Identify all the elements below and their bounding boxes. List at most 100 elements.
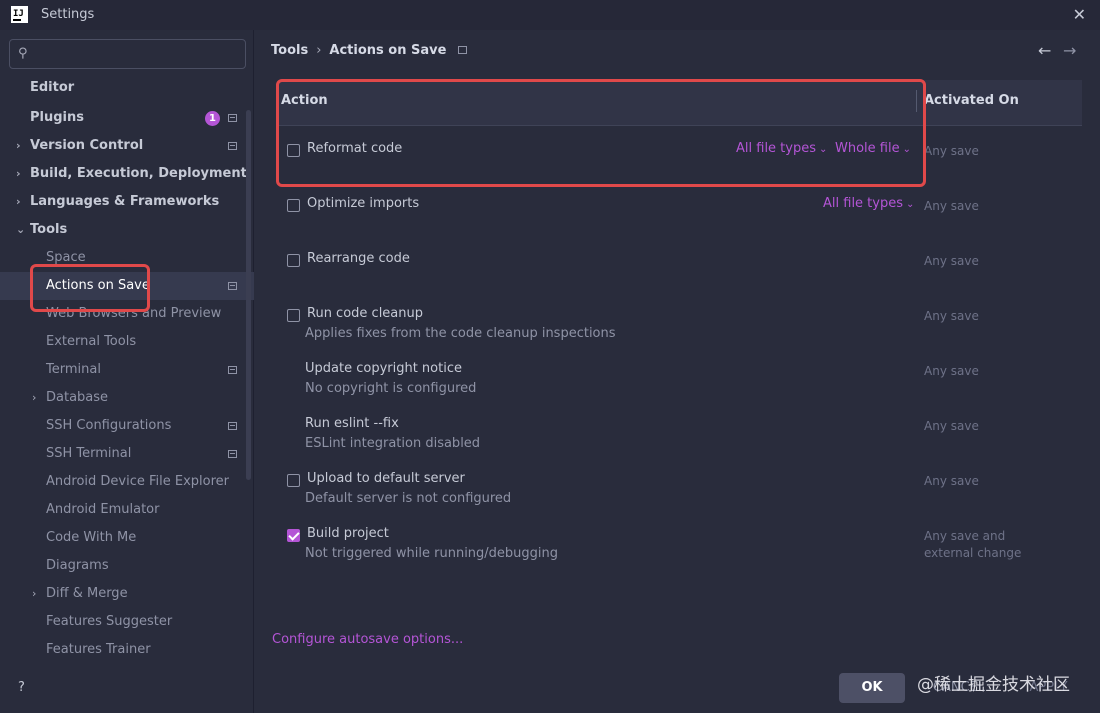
project-scope-icon (228, 114, 237, 122)
sidebar-item-label: Features Trainer (46, 642, 151, 657)
project-scope-icon (228, 422, 237, 430)
title-bar: IJ Settings ✕ (0, 0, 1100, 30)
activated-on-link[interactable]: Any save (924, 363, 979, 380)
file-types-dropdown[interactable]: All file types ⌄ (823, 196, 914, 211)
chevron-right-icon[interactable]: › (32, 580, 36, 608)
project-scope-icon (228, 450, 237, 458)
sidebar-item-features-trainer[interactable]: Features Trainer (0, 636, 254, 664)
table-row-update-copyright: Update copyright notice No copyright is … (279, 356, 1082, 411)
project-scope-icon (458, 46, 468, 54)
table-row-run-eslint: Run eslint --fix ESLint integration disa… (279, 411, 1082, 466)
sidebar-item-database[interactable]: › Database (0, 384, 254, 412)
ok-button[interactable]: OK (839, 673, 905, 703)
sidebar-item-languages-frameworks[interactable]: › Languages & Frameworks (0, 188, 254, 216)
sidebar-item-code-with-me[interactable]: Code With Me (0, 524, 254, 552)
table-row-upload-default-server: Upload to default server Default server … (279, 466, 1082, 521)
activated-on-link[interactable]: Any save and external change (924, 528, 1021, 562)
sidebar-item-android-emulator[interactable]: Android Emulator (0, 496, 254, 524)
sidebar-item-terminal[interactable]: Terminal (0, 356, 254, 384)
chevron-down-icon[interactable]: ⌄ (16, 216, 25, 244)
breadcrumb: Tools › Actions on Save (271, 43, 468, 58)
row-description: Not triggered while running/debugging (305, 546, 559, 561)
sidebar-item-plugins[interactable]: Plugins 1 (0, 104, 254, 132)
sidebar-item-build-execution-deployment[interactable]: › Build, Execution, Deployment (0, 160, 254, 188)
row-description[interactable]: Default server is not configured (305, 491, 511, 506)
forward-arrow-icon[interactable]: → (1063, 41, 1076, 60)
row-description: Applies fixes from the code cleanup insp… (305, 326, 616, 341)
window-title: Settings (41, 7, 95, 22)
close-icon[interactable]: ✕ (1073, 5, 1086, 24)
build-project-checkbox[interactable] (287, 529, 300, 542)
sidebar-item-diagrams[interactable]: Diagrams (0, 552, 254, 580)
activated-on-link[interactable]: Any save (924, 473, 979, 490)
activated-on-link[interactable]: Any save (924, 418, 979, 435)
sidebar-item-android-device-file-explorer[interactable]: Android Device File Explorer (0, 468, 254, 496)
sidebar-item-version-control[interactable]: › Version Control (0, 132, 254, 160)
sidebar-scrollbar[interactable] (246, 110, 251, 480)
breadcrumb-separator: › (316, 43, 322, 58)
sidebar-item-label: SSH Configurations (46, 418, 172, 433)
activated-on-link[interactable]: Any save (924, 308, 979, 325)
search-box[interactable]: ⚲ (9, 39, 246, 69)
row-label: Optimize imports (307, 196, 420, 211)
sidebar-item-ssh-configurations[interactable]: SSH Configurations (0, 412, 254, 440)
sidebar-item-label: External Tools (46, 334, 137, 349)
row-description[interactable]: ESLint integration disabled (305, 436, 480, 451)
back-arrow-icon[interactable]: ← (1038, 41, 1051, 60)
search-input[interactable] (40, 44, 240, 64)
help-icon[interactable]: ? (18, 680, 32, 695)
chevron-right-icon[interactable]: › (16, 160, 21, 188)
activated-on-link[interactable]: Any save (924, 143, 979, 160)
sidebar-item-label: SSH Terminal (46, 446, 132, 461)
row-label: Run code cleanup (307, 306, 423, 321)
table-highlight-box (276, 79, 926, 187)
sidebar-item-diff-merge[interactable]: › Diff & Merge (0, 580, 254, 608)
sidebar-item-label: Android Emulator (46, 502, 160, 517)
activated-on-link[interactable]: Any save (924, 253, 979, 270)
sidebar-item-label: Features Suggester (46, 614, 173, 629)
optimize-imports-checkbox[interactable] (287, 199, 300, 212)
activated-on-line1: Any save and (924, 529, 1006, 543)
chevron-down-icon: ⌄ (906, 199, 915, 210)
breadcrumb-current: Actions on Save (329, 43, 447, 58)
sidebar-item-label: Languages & Frameworks (30, 194, 220, 209)
breadcrumb-root[interactable]: Tools (271, 43, 308, 58)
row-description[interactable]: No copyright is configured (305, 381, 476, 396)
sidebar-item-label: Diagrams (46, 558, 109, 573)
chevron-right-icon[interactable]: › (32, 384, 36, 412)
settings-main-panel: Tools › Actions on Save ← → Action Activat… (255, 30, 1100, 713)
search-icon: ⚲ (18, 46, 28, 61)
chevron-right-icon[interactable]: › (16, 188, 21, 216)
chevron-right-icon[interactable]: › (16, 132, 21, 160)
rearrange-code-checkbox[interactable] (287, 254, 300, 267)
row-label: Run eslint --fix (305, 416, 399, 431)
sidebar-item-label: Editor (30, 80, 75, 95)
sidebar-item-label: Version Control (30, 138, 144, 153)
project-scope-icon (228, 142, 237, 150)
row-label: Build project (307, 526, 389, 541)
sidebar-item-external-tools[interactable]: External Tools (0, 328, 254, 356)
update-count-badge: 1 (205, 111, 220, 126)
sidebar-item-features-suggester[interactable]: Features Suggester (0, 608, 254, 636)
run-code-cleanup-checkbox[interactable] (287, 309, 300, 322)
column-header-activated-on[interactable]: Activated On (924, 93, 1019, 108)
upload-default-server-checkbox[interactable] (287, 474, 300, 487)
configure-autosave-link[interactable]: Configure autosave options... (272, 632, 463, 647)
sidebar-item-editor[interactable]: Editor (0, 74, 254, 102)
sidebar-item-tools[interactable]: ⌄ Tools (0, 216, 254, 244)
app-logo-icon: IJ (11, 6, 28, 23)
sidebar-item-label: Code With Me (46, 530, 137, 545)
watermark-text: @稀土掘金技术社区 (917, 675, 1070, 695)
sidebar-item-label: Diff & Merge (46, 586, 128, 601)
settings-sidebar: ⚲ Editor Plugins 1 › Version Control › B… (0, 30, 254, 713)
sidebar-item-label: Plugins (30, 110, 84, 125)
activated-on-link[interactable]: Any save (924, 198, 979, 215)
dropdown-value: All file types (823, 196, 903, 211)
sidebar-item-ssh-terminal[interactable]: SSH Terminal (0, 440, 254, 468)
sidebar-item-label: Database (46, 390, 109, 405)
table-row-build-project: Build project Not triggered while runnin… (279, 521, 1082, 576)
row-label: Rearrange code (307, 251, 410, 266)
sidebar-highlight-box (30, 264, 150, 312)
table-row-run-code-cleanup: Run code cleanup Applies fixes from the … (279, 301, 1082, 356)
row-label: Upload to default server (307, 471, 465, 486)
